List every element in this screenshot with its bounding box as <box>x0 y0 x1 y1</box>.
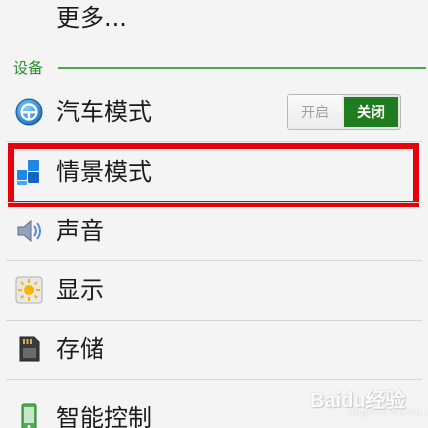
toggle-on-option[interactable]: 开启 <box>288 95 342 129</box>
highlight-frame <box>8 143 419 207</box>
section-divider-line <box>58 67 426 69</box>
menu-item-storage[interactable]: 存储 <box>0 321 428 377</box>
device-section-header: 设备 <box>0 54 428 80</box>
speaker-icon <box>14 216 44 246</box>
car-mode-toggle[interactable]: 开启 关闭 <box>287 94 401 130</box>
menu-item-sound[interactable]: 声音 <box>0 203 428 259</box>
section-title: 设备 <box>13 59 44 77</box>
more-label: 更多... <box>56 4 127 32</box>
more-item[interactable]: 更多... <box>0 2 428 34</box>
watermark-subtext: jingyan.baidu.com <box>348 408 428 418</box>
sd-card-icon <box>14 334 44 364</box>
menu-item-label: 汽车模式 <box>56 98 152 126</box>
menu-item-label: 智能控制 <box>56 404 152 428</box>
menu-item-label: 显示 <box>56 276 104 304</box>
menu-item-label: 存储 <box>56 335 104 363</box>
baidu-watermark: Baidu经验 jingyan.baidu.com <box>308 378 428 424</box>
brightness-icon <box>14 275 44 305</box>
menu-item-label: 声音 <box>56 217 104 245</box>
smart-control-icon <box>14 402 44 428</box>
car-mode-icon <box>14 97 44 127</box>
toggle-off-option[interactable]: 关闭 <box>342 95 400 129</box>
divider <box>6 141 422 142</box>
menu-item-display[interactable]: 显示 <box>0 261 428 319</box>
